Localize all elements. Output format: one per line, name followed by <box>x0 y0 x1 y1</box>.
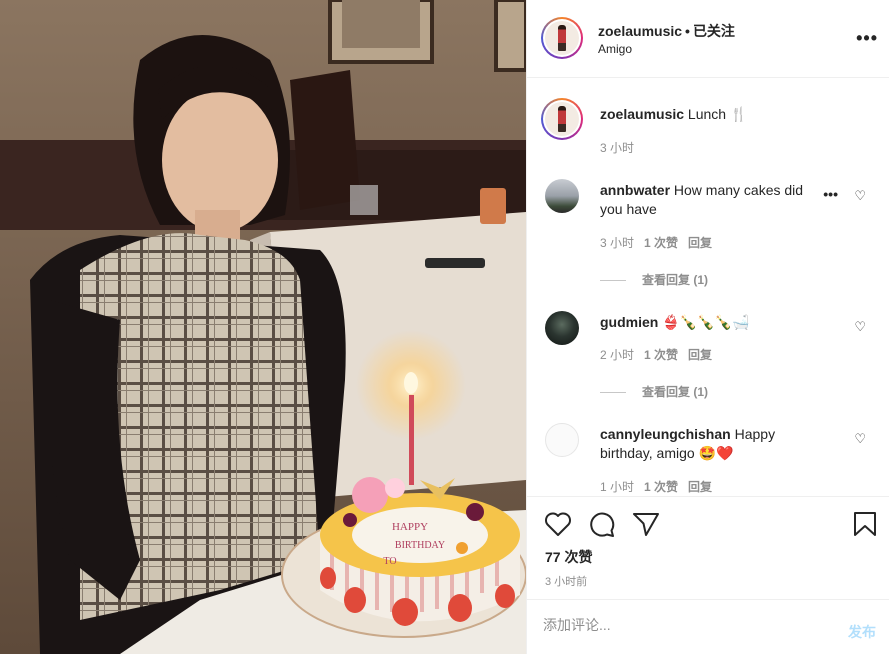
post-photo[interactable]: HAPPY BIRTHDAY TO <box>0 0 526 654</box>
follow-status[interactable]: 已关注 <box>693 23 735 39</box>
comment-username[interactable]: annbwater <box>600 182 670 198</box>
comment-meta: 1 小时 1 次赞 回复 <box>600 478 712 495</box>
cake-text-2: BIRTHDAY <box>395 540 445 551</box>
caption-text: Lunch 🍴 <box>687 106 748 122</box>
view-replies-button[interactable]: 查看回复 (1) <box>600 271 708 288</box>
share-paper-plane-icon[interactable] <box>632 511 660 537</box>
comments-list[interactable]: zoelaumusic Lunch 🍴 3 小时 annbwater How m… <box>527 78 889 496</box>
separator-dot: • <box>685 23 690 39</box>
author-avatar[interactable] <box>541 17 583 59</box>
comment-like-heart-icon[interactable]: ♡ <box>854 319 866 335</box>
caption-avatar[interactable] <box>541 98 583 140</box>
view-replies-label: 查看回复 (1) <box>642 273 709 287</box>
like-count[interactable]: 77 次赞 <box>545 547 592 567</box>
comment-username[interactable]: cannyleungchishan <box>600 426 731 442</box>
comment-text: 👙🍾🍾🍾🛁 <box>662 314 750 330</box>
replies-divider <box>600 280 626 282</box>
comment-text-row: annbwater How many cakes did you have <box>600 181 825 219</box>
comment-likes[interactable]: 1 次赞 <box>644 236 678 250</box>
bookmark-save-icon[interactable] <box>853 511 877 537</box>
birthday-photo-illustration: HAPPY BIRTHDAY TO <box>0 0 526 654</box>
instagram-post-view: HAPPY BIRTHDAY TO zoelaumusic • 已关注 Amigo … <box>0 0 889 654</box>
comment-reply-button[interactable]: 回复 <box>688 236 712 250</box>
view-replies-button[interactable]: 查看回复 (1) <box>600 383 708 400</box>
cake-text-1: HAPPY <box>392 521 428 533</box>
add-comment-bar: 发布 <box>527 599 889 654</box>
comment-time[interactable]: 1 小时 <box>600 480 634 494</box>
caption-username[interactable]: zoelaumusic <box>600 106 684 122</box>
post-timestamp[interactable]: 3 小时前 <box>545 573 587 589</box>
like-heart-icon[interactable] <box>544 511 572 537</box>
post-side-panel: zoelaumusic • 已关注 Amigo ••• zoelaumusic Lu… <box>526 0 889 654</box>
post-actions: 77 次赞 3 小时前 <box>527 496 889 599</box>
post-location[interactable]: Amigo <box>598 42 632 56</box>
caption-text-row: zoelaumusic Lunch 🍴 <box>600 105 747 124</box>
comment-reply-button[interactable]: 回复 <box>688 348 712 362</box>
view-replies-label: 查看回复 (1) <box>642 385 709 399</box>
header-user-line: zoelaumusic • 已关注 <box>598 21 735 41</box>
comment-avatar[interactable] <box>545 423 579 457</box>
caption-time[interactable]: 3 小时 <box>600 139 634 156</box>
comment-like-heart-icon[interactable]: ♡ <box>854 431 866 447</box>
comment-meta: 3 小时 1 次赞 回复 <box>600 234 712 251</box>
comment-options-icon[interactable]: ••• <box>823 186 838 202</box>
comment-likes[interactable]: 1 次赞 <box>644 348 678 362</box>
post-header: zoelaumusic • 已关注 Amigo ••• <box>527 0 889 78</box>
author-username[interactable]: zoelaumusic <box>598 23 682 39</box>
comment-avatar[interactable] <box>545 311 579 345</box>
comment-username[interactable]: gudmien <box>600 314 658 330</box>
replies-divider <box>600 392 626 394</box>
cake-text-3: TO <box>383 556 396 567</box>
comment-avatar[interactable] <box>545 179 579 213</box>
comment-time[interactable]: 3 小时 <box>600 236 634 250</box>
comment-text-row: cannyleungchishan Happy birthday, amigo … <box>600 425 825 463</box>
add-comment-input[interactable] <box>543 617 823 633</box>
comment-likes[interactable]: 1 次赞 <box>644 480 678 494</box>
post-comment-button[interactable]: 发布 <box>848 622 876 642</box>
comment-like-heart-icon[interactable]: ♡ <box>854 188 866 204</box>
comment-time[interactable]: 2 小时 <box>600 348 634 362</box>
comment-bubble-icon[interactable] <box>588 511 616 537</box>
comment-reply-button[interactable]: 回复 <box>688 480 712 494</box>
more-options-icon[interactable]: ••• <box>856 28 878 49</box>
comment-text-row: gudmien 👙🍾🍾🍾🛁 <box>600 313 749 332</box>
comment-meta: 2 小时 1 次赞 回复 <box>600 346 712 363</box>
